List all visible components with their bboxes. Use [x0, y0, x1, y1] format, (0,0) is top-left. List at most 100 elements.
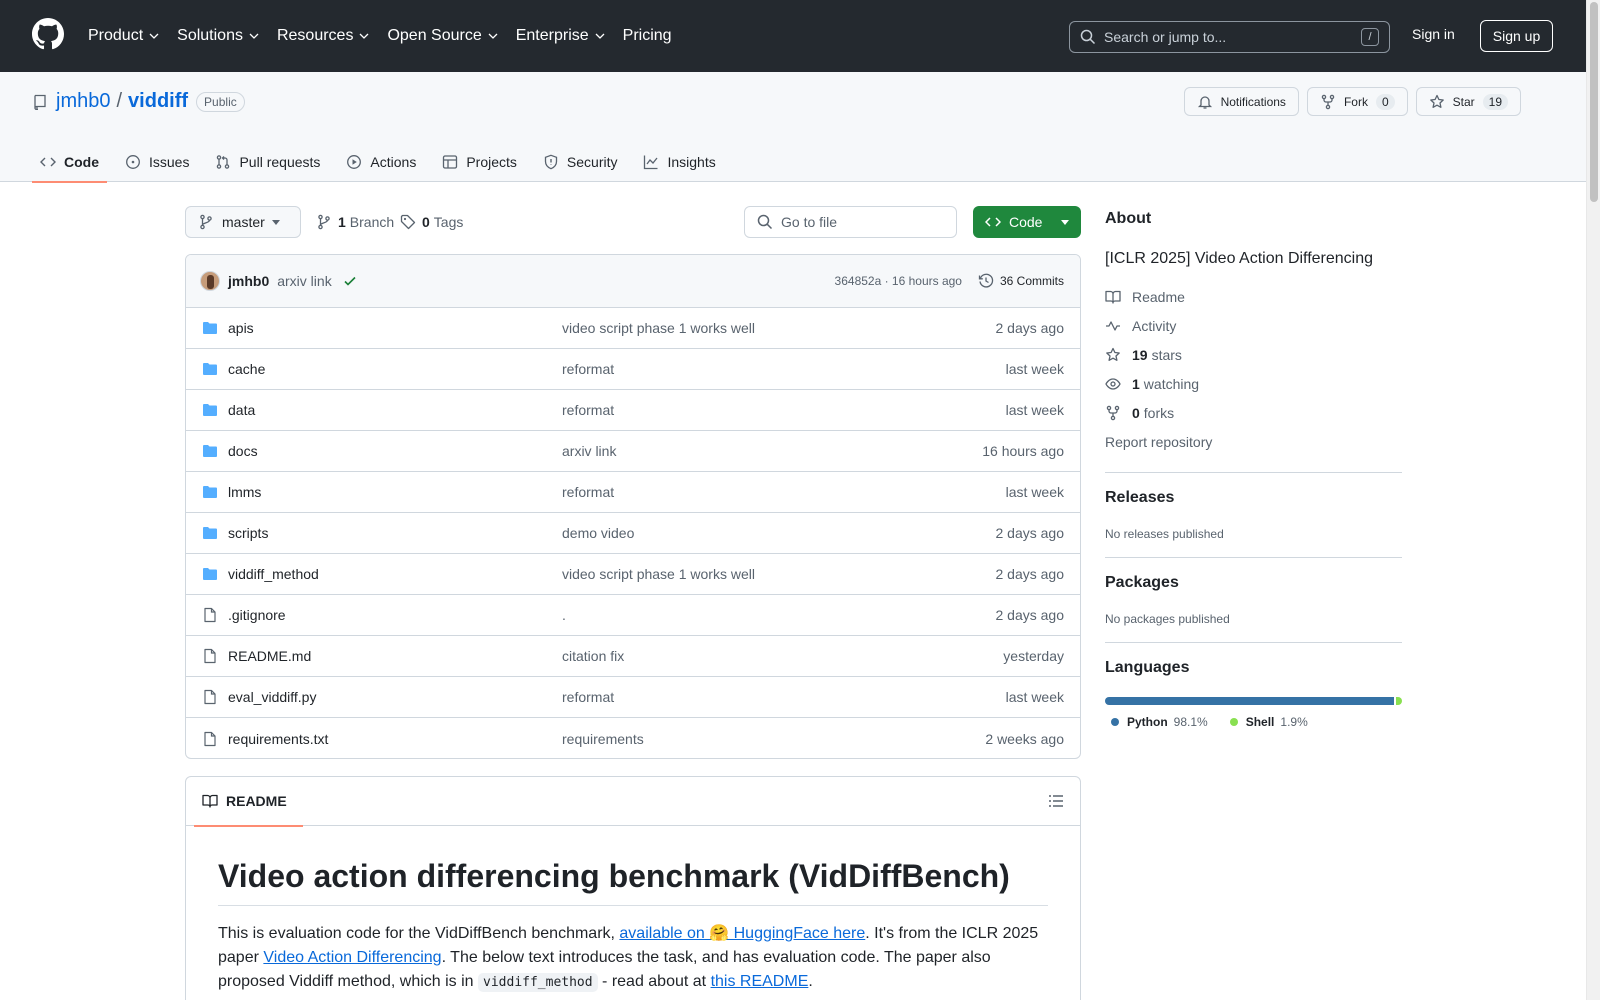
nav-resources-label: Resources [276, 27, 354, 44]
sign-in-link[interactable]: Sign in [1412, 26, 1455, 42]
watching-link[interactable]: 1 watching [1105, 369, 1402, 398]
language-item[interactable]: Shell 1.9% [1224, 715, 1308, 729]
method-readme-link[interactable]: this README [711, 973, 809, 990]
page-scrollbar[interactable] [1586, 0, 1600, 1000]
releases-heading[interactable]: Releases [1105, 489, 1402, 507]
readme-link[interactable]: Readme [1105, 282, 1402, 311]
file-commit-message[interactable]: reformat [562, 402, 1006, 418]
tab-issues[interactable]: Issues [117, 142, 197, 182]
table-row[interactable]: data reformat last week [186, 390, 1080, 431]
file-commit-message[interactable]: citation fix [562, 648, 1003, 664]
file-name-link[interactable]: cache [228, 361, 562, 377]
readme-tab[interactable]: README [194, 777, 303, 827]
tab-security[interactable]: Security [535, 142, 626, 182]
list-icon[interactable] [1048, 793, 1064, 809]
activity-link[interactable]: Activity [1105, 311, 1402, 340]
branch-select-button[interactable]: master [185, 206, 301, 238]
watching-count: 1 [1132, 375, 1140, 392]
commit-author-link[interactable]: jmhb0 [228, 273, 269, 289]
file-name-link[interactable]: docs [228, 443, 562, 459]
huggingface-link[interactable]: available on 🤗 HuggingFace here [619, 925, 865, 942]
file-name-link[interactable]: README.md [228, 648, 562, 664]
file-commit-message[interactable]: reformat [562, 689, 1006, 705]
table-row[interactable]: lmms reformat last week [186, 472, 1080, 513]
stars-link[interactable]: 19 stars [1105, 340, 1402, 369]
file-commit-time: last week [1005, 689, 1064, 705]
file-rows: apis video script phase 1 works well 2 day… [186, 308, 1080, 758]
avatar[interactable] [200, 271, 220, 291]
language-name: Shell [1245, 715, 1275, 729]
nav-open-source[interactable]: Open Source [387, 27, 498, 45]
nav-enterprise[interactable]: Enterprise [516, 27, 605, 45]
fork-button[interactable]: Fork 0 [1306, 87, 1408, 116]
folder-icon [202, 320, 218, 336]
table-row[interactable]: docs arxiv link 16 hours ago [186, 431, 1080, 472]
repo-owner-link[interactable]: jmhb0 [56, 90, 110, 113]
tab-actions[interactable]: Actions [338, 142, 424, 182]
table-row[interactable]: requirements.txt requirements 2 weeks ago [186, 718, 1080, 758]
search-shortcut-key: / [1361, 28, 1379, 46]
report-repository-link[interactable]: Report repository [1105, 427, 1402, 456]
language-item[interactable]: Python 98.1% [1105, 715, 1208, 729]
file-name-link[interactable]: apis [228, 320, 562, 336]
file-commit-message[interactable]: requirements [562, 731, 985, 747]
nav-resources[interactable]: Resources [277, 27, 369, 45]
tab-projects[interactable]: Projects [434, 142, 525, 182]
file-commit-message[interactable]: demo video [562, 525, 996, 541]
file-commit-message[interactable]: reformat [562, 484, 1006, 500]
notifications-button[interactable]: Notifications [1183, 87, 1299, 116]
table-row[interactable]: apis video script phase 1 works well 2 day… [186, 308, 1080, 349]
paper-link[interactable]: Video Action Differencing [263, 949, 441, 966]
scrollbar-thumb[interactable] [1590, 2, 1598, 202]
nav-pricing[interactable]: Pricing [623, 27, 672, 45]
latest-commit-bar: jmhb0 arxiv link 364852a · 16 hours ago … [186, 255, 1080, 308]
forks-link[interactable]: 0 forks [1105, 398, 1402, 427]
commit-meta[interactable]: 364852a · 16 hours ago [835, 274, 962, 288]
file-commit-message[interactable]: reformat [562, 361, 1006, 377]
tab-code[interactable]: Code [32, 142, 107, 183]
go-to-file-input[interactable]: Go to file [744, 206, 957, 238]
sign-up-button[interactable]: Sign up [1480, 20, 1553, 52]
file-name-link[interactable]: lmms [228, 484, 562, 500]
file-name-link[interactable]: viddiff_method [228, 566, 562, 582]
file-commit-message[interactable]: arxiv link [562, 443, 982, 459]
nav-product[interactable]: Product [88, 27, 159, 45]
star-button[interactable]: Star 19 [1415, 87, 1521, 116]
packages-heading[interactable]: Packages [1105, 574, 1402, 592]
file-name-link[interactable]: .gitignore [228, 607, 562, 623]
commits-history-link[interactable]: 36 Commits [978, 273, 1064, 289]
play-icon [347, 155, 362, 169]
tab-insights[interactable]: Insights [635, 142, 723, 182]
branches-link[interactable]: 1 Branch [316, 214, 394, 230]
commit-message-link[interactable]: arxiv link [277, 273, 331, 289]
table-row[interactable]: viddiff_method video script phase 1 works… [186, 554, 1080, 595]
table-row[interactable]: scripts demo video 2 days ago [186, 513, 1080, 554]
check-icon[interactable] [342, 273, 358, 289]
file-name-link[interactable]: scripts [228, 525, 562, 541]
file-name-link[interactable]: requirements.txt [228, 731, 562, 747]
caret-down-icon [1061, 219, 1069, 225]
code-dropdown-button[interactable]: Code [973, 206, 1081, 238]
file-commit-message[interactable]: video script phase 1 works well [562, 566, 996, 582]
table-row[interactable]: eval_viddiff.py reformat last week [186, 677, 1080, 718]
star-icon [1429, 94, 1444, 108]
search-icon [1080, 29, 1096, 45]
tag-icon [400, 214, 416, 230]
file-name-link[interactable]: data [228, 402, 562, 418]
readme-link-label: Readme [1132, 288, 1185, 305]
nav-solutions[interactable]: Solutions [177, 27, 259, 45]
repo-header: jmhb0 / viddiff Public Notifications For… [0, 72, 1586, 183]
table-row[interactable]: README.md citation fix yesterday [186, 636, 1080, 677]
file-commit-message[interactable]: video script phase 1 works well [562, 320, 996, 336]
search-input[interactable]: Search or jump to... / [1069, 21, 1390, 53]
table-row[interactable]: cache reformat last week [186, 349, 1080, 390]
tags-link[interactable]: 0 Tags [400, 214, 463, 230]
table-row[interactable]: .gitignore. 2 days ago [186, 595, 1080, 636]
github-logo-icon[interactable] [32, 18, 64, 50]
tab-pull-requests[interactable]: Pull requests [207, 142, 328, 182]
repo-name-link[interactable]: viddiff [128, 90, 188, 113]
divider [1105, 642, 1402, 643]
file-name-link[interactable]: eval_viddiff.py [228, 689, 562, 705]
file-commit-message[interactable]: . [562, 607, 996, 623]
search-placeholder: Search or jump to... [1104, 29, 1227, 45]
